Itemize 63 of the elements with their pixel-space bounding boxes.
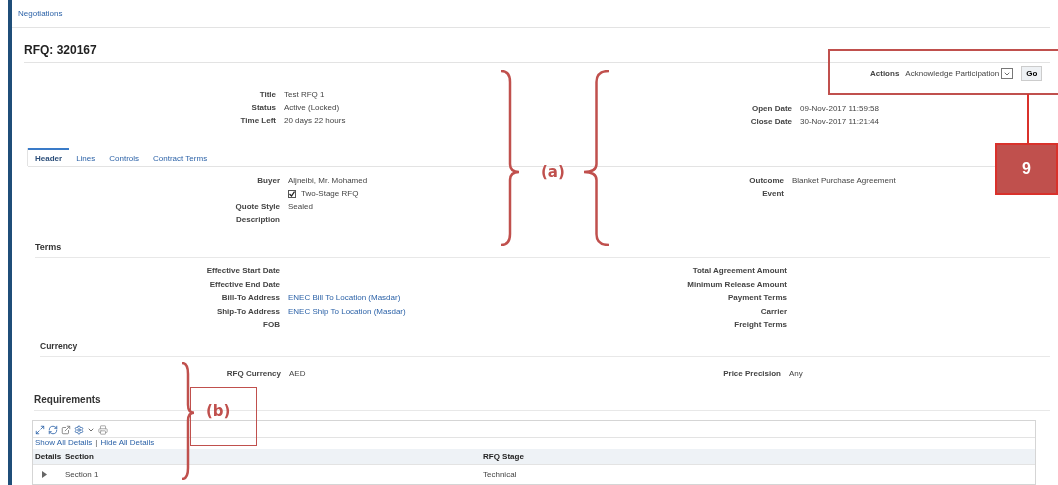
link-separator: | <box>95 438 98 447</box>
field-label: Effective End Date <box>208 279 280 289</box>
column-header: RFQ Stage <box>481 449 1035 465</box>
field-label: Freight Terms <box>733 320 787 329</box>
column-header: Details <box>33 449 63 465</box>
go-button[interactable]: Go <box>1021 66 1043 81</box>
hide-details-link[interactable]: Hide All Details <box>100 438 155 447</box>
field-value: Active (Locked) <box>284 103 341 112</box>
field-label: Price Precision <box>722 369 781 378</box>
annotation-label: (a) <box>541 163 565 181</box>
expand-icon[interactable] <box>35 425 45 435</box>
field-label: Open Date <box>751 104 792 113</box>
field-label: RFQ Currency <box>225 369 281 378</box>
settings-icon[interactable] <box>74 425 84 435</box>
print-icon[interactable] <box>98 425 108 435</box>
field-value: Aljneibi, Mr. Mohamed <box>288 176 369 185</box>
field-value: 09-Nov-2017 11:59:58 <box>800 104 881 113</box>
section-heading: Terms <box>35 242 1050 258</box>
expand-icon[interactable] <box>41 471 47 478</box>
field-label: Buyer <box>256 176 280 185</box>
show-details-link[interactable]: Show All Details <box>35 438 93 447</box>
table-cell-text: Technical <box>482 469 518 481</box>
field-label: FOB <box>262 320 280 329</box>
field-label: Ship-To Address <box>215 306 280 316</box>
field-label: Status <box>250 103 276 112</box>
field-label: Payment Terms <box>727 293 787 302</box>
field-label: Total Agreement Amount <box>691 266 787 275</box>
field-label: Quote Style <box>234 202 280 211</box>
field-value: 30-Nov-2017 11:21:44 <box>800 117 881 126</box>
checkbox[interactable] <box>288 189 296 198</box>
address-link[interactable]: ENEC Bill To Location (Masdar) <box>288 293 520 302</box>
field-label: Description <box>235 215 280 224</box>
actions-select[interactable]: Acknowledge Participation <box>905 68 1014 79</box>
field-value: Blanket Purchase Agreement <box>792 176 897 185</box>
field-label: Carrier <box>759 306 787 316</box>
field-label: Outcome <box>748 176 784 185</box>
address-link[interactable]: ENEC Ship To Location (Masdar) <box>288 306 520 316</box>
step-badge: 9 <box>995 143 1058 195</box>
annotation-frame <box>190 387 257 446</box>
leader-line <box>1027 94 1029 143</box>
field-value: AED <box>289 369 307 378</box>
field-label: Close Date <box>749 117 792 126</box>
field-value: Any <box>789 369 804 378</box>
page-title: RFQ: 320167 <box>24 42 1050 63</box>
field-value: Sealed <box>288 202 314 211</box>
tab[interactable]: Header <box>28 148 70 166</box>
field-value: Test RFQ 1 <box>284 90 326 99</box>
field-label: Event <box>761 189 784 198</box>
field-value: 20 days 22 hours <box>284 116 347 125</box>
caret-icon[interactable] <box>87 426 95 434</box>
field-label: Time Left <box>239 116 276 125</box>
actions-label: Actions <box>870 69 900 78</box>
field-label: Minimum Release Amount <box>686 279 787 289</box>
section-heading: Currency <box>40 341 1050 357</box>
detach-icon[interactable] <box>61 425 71 435</box>
table-cell-text: Section 1 <box>64 469 100 481</box>
field-label: Bill-To Address <box>220 293 280 302</box>
column-header: Section <box>63 449 481 465</box>
field-label: Title <box>258 90 276 99</box>
refresh-icon[interactable] <box>48 425 58 435</box>
checkbox-label: Two-Stage RFQ <box>301 189 359 198</box>
breadcrumb-link[interactable]: Negotiations <box>18 9 63 18</box>
field-label: Effective Start Date <box>205 266 280 275</box>
